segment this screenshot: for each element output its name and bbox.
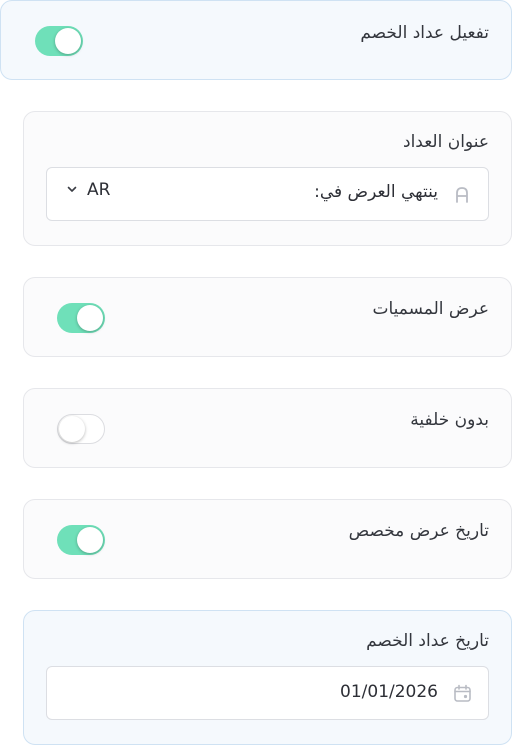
custom-display-date-label: تاريخ عرض مخصص bbox=[348, 521, 489, 541]
enable-counter-label: تفعيل عداد الخصم bbox=[360, 23, 489, 43]
custom-display-date-toggle[interactable] bbox=[57, 525, 105, 555]
counter-date-value: 01/01/2026 bbox=[340, 682, 438, 702]
counter-date-input[interactable]: 01/01/2026 bbox=[46, 666, 489, 720]
show-labels-card: عرض المسميات bbox=[23, 277, 512, 357]
enable-counter-toggle[interactable] bbox=[35, 26, 83, 56]
chevron-down-icon[interactable] bbox=[67, 184, 77, 194]
counter-title-label: عنوان العداد bbox=[403, 132, 489, 152]
show-labels-toggle[interactable] bbox=[57, 303, 105, 333]
no-background-label: بدون خلفية bbox=[410, 410, 489, 430]
text-format-icon bbox=[456, 187, 468, 203]
toggle-knob bbox=[77, 527, 103, 553]
toggle-knob bbox=[59, 416, 85, 442]
no-background-toggle[interactable] bbox=[57, 414, 105, 444]
enable-counter-card: تفعيل عداد الخصم bbox=[0, 0, 512, 80]
counter-title-value: ينتهي العرض في: bbox=[314, 182, 438, 202]
counter-date-label: تاريخ عداد الخصم bbox=[366, 631, 489, 651]
toggle-knob bbox=[77, 305, 103, 331]
show-labels-label: عرض المسميات bbox=[372, 299, 489, 319]
custom-display-date-card: تاريخ عرض مخصص bbox=[23, 499, 512, 579]
counter-date-card: تاريخ عداد الخصم 01/01/2026 bbox=[23, 610, 512, 745]
language-select[interactable]: AR bbox=[87, 180, 110, 200]
counter-title-card: عنوان العداد ينتهي العرض في: AR bbox=[23, 111, 512, 246]
no-background-card: بدون خلفية bbox=[23, 388, 512, 468]
toggle-knob bbox=[55, 28, 81, 54]
calendar-icon[interactable] bbox=[453, 684, 472, 703]
counter-title-input[interactable]: ينتهي العرض في: AR bbox=[46, 167, 489, 221]
